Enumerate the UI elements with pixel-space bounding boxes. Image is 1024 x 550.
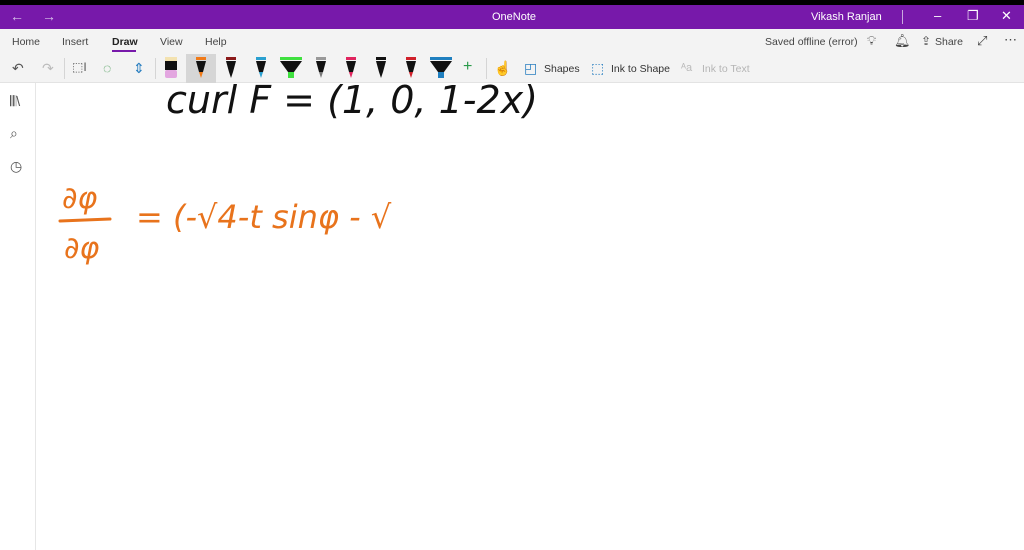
- ink-black-line: curl F = (1, 0, 1-2x): [166, 83, 538, 122]
- draw-toolbar: ↶ ↷ ⬚I ◌ ⇕ + ☝ ◰ Shapes ⬚ Ink to Shape ᴬ…: [0, 54, 1024, 83]
- pen-7[interactable]: [344, 56, 358, 80]
- lasso-select-icon[interactable]: ◌: [103, 60, 111, 76]
- divider: [64, 58, 65, 79]
- shapes-icon[interactable]: ◰: [524, 60, 537, 77]
- more-icon[interactable]: ⋯: [1004, 32, 1017, 48]
- minimize-icon[interactable]: –: [934, 8, 941, 23]
- tab-help[interactable]: Help: [205, 36, 227, 48]
- tab-insert[interactable]: Insert: [62, 36, 88, 48]
- lightbulb-icon[interactable]: 💡︎: [867, 33, 876, 49]
- ink-orange-fraction: ∂φ ∂φ: [58, 181, 112, 266]
- divider: [486, 58, 487, 79]
- pen-3[interactable]: [224, 56, 238, 80]
- recent-clock-icon[interactable]: ◷: [10, 158, 22, 175]
- pen-2[interactable]: [194, 56, 208, 80]
- divider: [902, 10, 903, 24]
- ink-to-text-button: Ink to Text: [702, 63, 750, 75]
- divider: [155, 58, 156, 79]
- tab-home[interactable]: Home: [12, 36, 40, 48]
- pen-4[interactable]: [254, 56, 268, 80]
- undo-icon[interactable]: ↶: [12, 60, 24, 77]
- page-canvas[interactable]: curl F = (1, 0, 1-2x) ∂φ ∂φ = (-√4-t sin…: [36, 83, 1024, 550]
- redo-icon[interactable]: ↷: [42, 60, 54, 77]
- save-status: Saved offline (error): [765, 36, 858, 48]
- eraser-1[interactable]: [164, 56, 178, 80]
- close-icon[interactable]: ✕: [1001, 8, 1012, 24]
- lasso-text-select-icon[interactable]: ⬚I: [72, 60, 87, 74]
- ink-denominator: ∂φ: [64, 231, 100, 266]
- restore-icon[interactable]: ❐: [967, 8, 979, 24]
- back-arrow-icon[interactable]: ←: [10, 8, 24, 24]
- tab-draw[interactable]: Draw: [112, 36, 138, 48]
- share-button[interactable]: Share: [935, 36, 963, 48]
- bell-icon[interactable]: 🔔︎: [894, 33, 911, 49]
- ink-to-shape-button[interactable]: Ink to Shape: [611, 63, 670, 75]
- pen-8[interactable]: [374, 56, 388, 80]
- user-name[interactable]: Vikash Ranjan: [811, 11, 882, 23]
- ink-orange-expression: = (-√4-t sinφ - √: [136, 198, 392, 236]
- share-icon[interactable]: ⇪: [921, 34, 931, 48]
- title-bar: ← → OneNote Vikash Ranjan – ❐ ✕: [0, 5, 1024, 29]
- shapes-button[interactable]: Shapes: [544, 63, 580, 75]
- fraction-bar: [58, 217, 112, 223]
- tab-view[interactable]: View: [160, 36, 183, 48]
- insert-space-icon[interactable]: ⇕: [133, 60, 145, 77]
- ribbon-tabs: Home Insert Draw View Help Saved offline…: [0, 29, 1024, 54]
- add-pen-icon[interactable]: +: [463, 58, 472, 76]
- ink-to-text-icon: ᴬa: [681, 62, 693, 74]
- notebooks-icon[interactable]: 𝄃𝄃\: [10, 93, 20, 110]
- pen-9[interactable]: [404, 56, 418, 80]
- app-title: OneNote: [492, 11, 537, 23]
- highlighter-5[interactable]: [280, 56, 302, 80]
- ink-numerator: ∂φ: [62, 181, 98, 216]
- forward-arrow-icon[interactable]: →: [42, 8, 56, 24]
- ink-to-shape-icon[interactable]: ⬚: [591, 60, 604, 77]
- highlighter-10[interactable]: [430, 56, 452, 80]
- touch-drawing-icon[interactable]: ☝: [494, 60, 511, 77]
- navigation-sidebar: 𝄃𝄃\ ⌕ ◷: [0, 83, 36, 550]
- pen-6[interactable]: [314, 56, 328, 80]
- active-tab-underline: [112, 50, 136, 52]
- search-icon[interactable]: ⌕: [10, 125, 18, 142]
- fullscreen-icon[interactable]: ⤢: [977, 33, 987, 49]
